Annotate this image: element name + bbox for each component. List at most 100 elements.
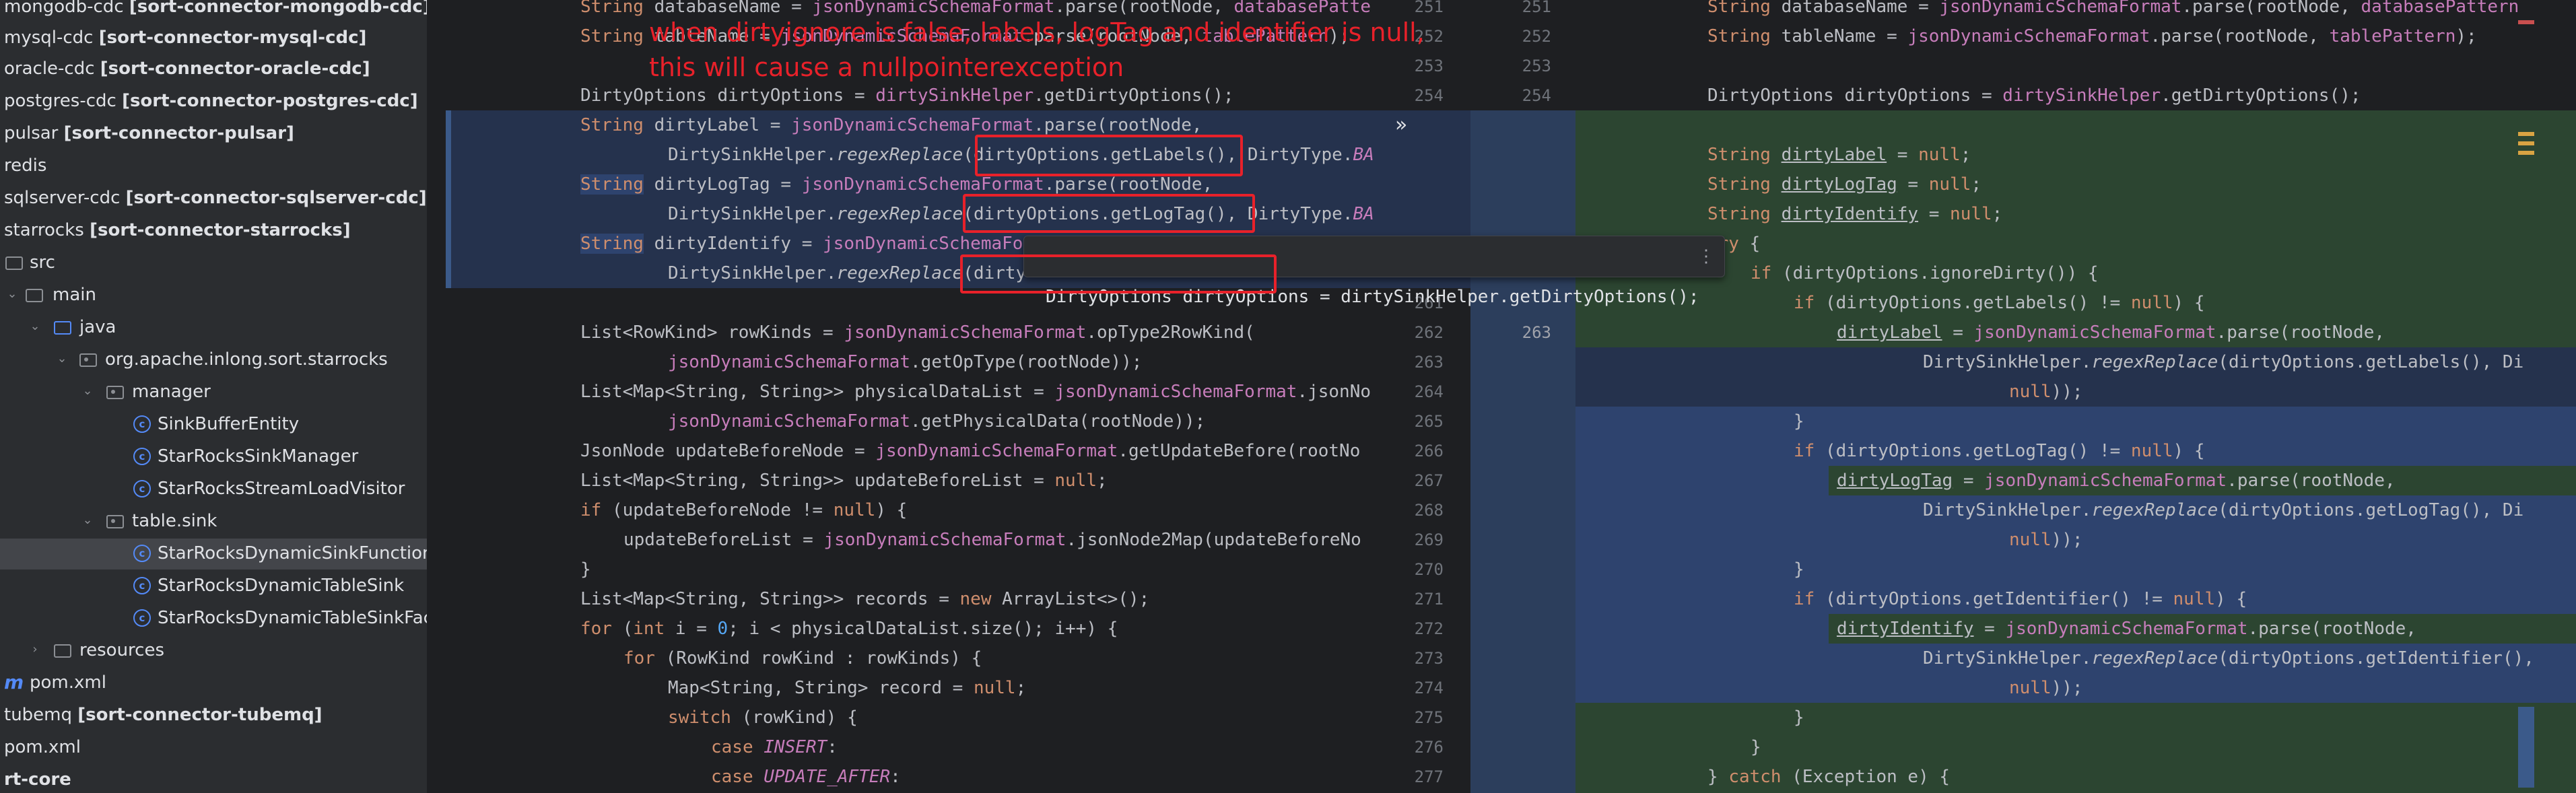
source-folder-icon (54, 321, 71, 335)
tree-item-resources[interactable]: › resources (0, 635, 427, 666)
tree-item-starrocksdynamicsinkfunction[interactable]: c StarRocksDynamicSinkFunction (0, 539, 427, 570)
warning-marker (2518, 141, 2534, 145)
code-line: List<RowKind> rowKinds = jsonDynamicSche… (580, 322, 1255, 343)
code-line: DirtySinkHelper.regexReplace(dirtyOption… (1923, 648, 2534, 668)
code-line: null)); (2009, 530, 2083, 550)
code-line: List<Map<String, String>> records = new … (580, 589, 1150, 609)
code-line: DirtySinkHelper.regexReplace(dirtyOption… (1923, 352, 2524, 372)
tree-item-postgres-cdc[interactable]: postgres-cdc [sort-connector-postgres-cd… (0, 86, 427, 117)
code-line: DirtySinkHelper.regexReplace(dirtyOption… (1923, 500, 2524, 520)
code-line: for (RowKind rowKind : rowKinds) { (623, 648, 982, 668)
tree-item-tubemq[interactable]: tubemq [sort-connector-tubemq] (0, 700, 427, 731)
diff-right-editor[interactable]: String databaseName = jsonDynamicSchemaF… (1575, 0, 2576, 793)
chevron-down-icon[interactable]: ⌄ (55, 352, 69, 366)
package-icon (106, 515, 124, 528)
code-line: } (580, 559, 591, 580)
code-line: dirtyLabel = jsonDynamicSchemaFormat.par… (1837, 322, 2385, 343)
tree-item-mysql-cdc[interactable]: mysql-cdc [sort-connector-mysql-cdc] (0, 23, 427, 54)
highlight-box-labels (975, 135, 1243, 176)
apply-change-icon[interactable]: » (1395, 113, 1407, 137)
code-line: } (1794, 708, 1804, 728)
chevron-down-icon[interactable]: ⌄ (5, 287, 19, 301)
error-marker (2518, 20, 2534, 24)
package-icon (79, 353, 97, 367)
code-line: String dirtyLogTag = null; (1707, 174, 1982, 195)
package-icon (106, 386, 124, 399)
tree-item-starrocksdynamictablesinkfactory[interactable]: c StarRocksDynamicTableSinkFact (0, 603, 427, 634)
code-line: null)); (2009, 678, 2083, 698)
code-line: DirtyOptions dirtyOptions = dirtySinkHel… (1707, 85, 2361, 106)
code-line: } (1794, 559, 1804, 580)
diff-gutter: 251 252 253 254 261 262 263 264 265 266 … (1383, 0, 1575, 793)
annotation-line-1: when dirtyignore is false, labels, logTa… (649, 18, 1425, 47)
more-options-icon[interactable]: ⋮ (1697, 236, 1715, 277)
tree-item-starrocks[interactable]: starrocks [sort-connector-starrocks] (0, 215, 427, 246)
chevron-down-icon[interactable]: ⌄ (81, 384, 94, 398)
tree-item-package[interactable]: ⌄ org.apache.inlong.sort.starrocks (0, 345, 427, 376)
tree-item-pom-xml[interactable]: m pom.xml (0, 668, 427, 699)
code-line: List<Map<String, String>> updateBeforeLi… (580, 471, 1108, 491)
change-marker (446, 110, 451, 288)
chevron-right-icon[interactable]: › (28, 643, 42, 656)
class-icon: c (133, 609, 151, 627)
tree-item-mongodb-cdc[interactable]: mongodb-cdc [sort-connector-mongodb-cdc] (0, 0, 427, 23)
code-line: case UPDATE_AFTER: (711, 767, 901, 787)
scroll-thumb[interactable] (2518, 707, 2534, 788)
diff-connector (1470, 110, 1575, 793)
code-line: String dirtyLabel = null; (1707, 145, 1971, 165)
code-line: jsonDynamicSchemaFormat.getPhysicalData(… (668, 411, 1206, 432)
warning-marker (2518, 132, 2534, 136)
class-icon: c (133, 448, 151, 465)
tree-item-pom-xml-root[interactable]: pom.xml (0, 732, 427, 763)
code-line: } (1794, 411, 1804, 432)
code-line: JsonNode updateBeforeNode = jsonDynamicS… (580, 441, 1361, 461)
code-line: String dirtyIdentify = jsonDynamicSchema… (580, 234, 1023, 254)
code-line: dirtyLogTag = jsonDynamicSchemaFormat.pa… (1837, 471, 2396, 491)
code-line: String dirtyIdentify = null; (1707, 204, 2003, 224)
code-line: jsonDynamicSchemaFormat.getOpType(rootNo… (668, 352, 1143, 372)
class-icon: c (133, 577, 151, 594)
tree-item-oracle-cdc[interactable]: oracle-cdc [sort-connector-oracle-cdc] (0, 54, 427, 85)
folder-icon (26, 289, 43, 302)
highlight-box-identifier (960, 254, 1277, 294)
code-line: if (dirtyOptions.getIdentifier() != null… (1794, 589, 2247, 609)
tree-item-starrocksstreamloadvisitor[interactable]: c StarRocksStreamLoadVisitor (0, 474, 427, 505)
tree-item-src[interactable]: src (0, 248, 427, 279)
code-line: for (int i = 0; i < physicalDataList.siz… (580, 619, 1118, 639)
tree-item-sqlserver-cdc[interactable]: sqlserver-cdc [sort-connector-sqlserver-… (0, 183, 427, 214)
code-line: switch (rowKind) { (668, 708, 858, 728)
highlight-box-logtag (963, 194, 1255, 233)
folder-icon (54, 644, 71, 658)
tree-item-redis[interactable]: redis (0, 151, 427, 182)
diff-left-editor[interactable]: String databaseName = jsonDynamicSchemaF… (446, 0, 1383, 793)
code-line: updateBeforeList = jsonDynamicSchemaForm… (623, 530, 1361, 550)
chevron-down-icon[interactable]: ⌄ (81, 514, 94, 527)
code-line: if (updateBeforeNode != null) { (580, 500, 908, 520)
chevron-down-icon[interactable]: ⌄ (28, 320, 42, 333)
tree-item-table-sink[interactable]: ⌄ table.sink (0, 506, 427, 537)
class-icon: c (133, 480, 151, 497)
class-icon: c (133, 545, 151, 562)
tree-item-sort-core[interactable]: rt-core (0, 765, 427, 793)
tree-item-pulsar[interactable]: pulsar [sort-connector-pulsar] (0, 118, 427, 149)
code-line: Map<String, String> record = null; (668, 678, 1027, 698)
maven-icon: m (4, 671, 24, 693)
code-line: if (dirtyOptions.ignoreDirty()) { (1751, 263, 2099, 283)
code-line: null)); (2009, 382, 2083, 402)
tree-item-sinkbufferentity[interactable]: c SinkBufferEntity (0, 409, 427, 440)
code-line: DirtyOptions dirtyOptions = dirtySinkHel… (580, 85, 1234, 106)
code-line: } catch (Exception e) { (1707, 767, 1951, 787)
code-line: if (dirtyOptions.getLogTag() != null) { (1794, 441, 2205, 461)
tree-item-starrockssinkmanager[interactable]: c StarRocksSinkManager (0, 442, 427, 473)
code-line: case INSERT: (711, 737, 838, 757)
tree-item-starrocksdynamictablesink[interactable]: c StarRocksDynamicTableSink (0, 571, 427, 602)
tree-item-java[interactable]: ⌄ java (0, 312, 427, 343)
code-line: List<Map<String, String>> physicalDataLi… (580, 382, 1371, 402)
tree-item-manager[interactable]: ⌄ manager (0, 377, 427, 408)
code-line: dirtyIdentify = jsonDynamicSchemaFormat.… (1837, 619, 2416, 639)
project-tree: mongodb-cdc [sort-connector-mongodb-cdc]… (0, 0, 427, 793)
tree-item-main[interactable]: ⌄ main (0, 280, 427, 311)
code-line: String databaseName = jsonDynamicSchemaF… (1707, 0, 2519, 17)
code-line: String tableName = jsonDynamicSchemaForm… (1707, 26, 2477, 46)
code-line: if (dirtyOptions.getLabels() != null) { (1794, 293, 2205, 313)
